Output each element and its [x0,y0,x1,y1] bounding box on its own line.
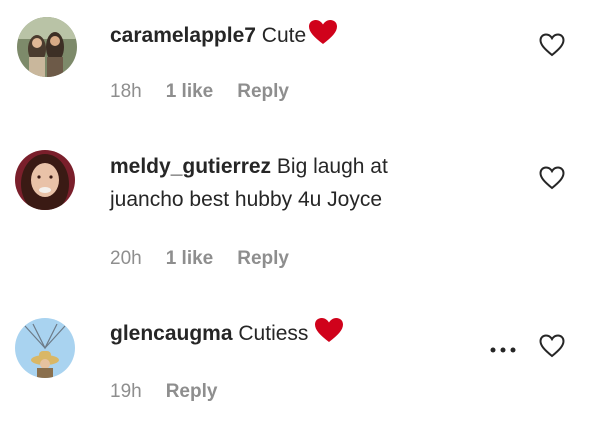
comment-content: Cute [261,24,307,47]
comment-content-line2: juancho best hubby 4u Joyce [110,188,383,211]
avatar[interactable] [15,318,75,378]
more-options-icon[interactable] [488,342,518,353]
red-heart-emoji-icon [308,19,338,55]
reply-button[interactable]: Reply [237,248,289,270]
comment-text: caramelapple7 Cute [110,19,338,55]
likes-count[interactable]: 1 like [166,81,214,103]
avatar[interactable] [15,150,75,210]
comment-text: meldy_gutierrez Big laugh at juancho bes… [110,150,388,216]
likes-count[interactable]: 1 like [166,248,214,270]
reply-button[interactable]: Reply [237,81,289,103]
heart-outline-icon[interactable] [539,166,565,190]
comment-content: Cutiess [238,322,309,345]
avatar[interactable] [17,17,77,77]
comment-text: glencaugma Cutiess [110,317,344,353]
comment-meta: 18h 1 like Reply [110,81,313,103]
comment-username[interactable]: caramelapple7 [110,24,256,47]
reply-button[interactable]: Reply [166,381,218,403]
red-heart-emoji-icon [314,317,344,353]
comment-timestamp: 20h [110,248,142,269]
comment-username[interactable]: glencaugma [110,322,233,345]
avatar-photo [17,17,77,77]
comment-meta: 20h 1 like Reply [110,248,313,270]
heart-outline-icon[interactable] [539,334,565,358]
heart-outline-icon[interactable] [539,33,565,57]
comment-username[interactable]: meldy_gutierrez [110,155,271,178]
avatar-photo [15,150,75,210]
comment-meta: 19h Reply [110,381,241,403]
comment-content-line1: Big laugh at [276,155,388,178]
comment-timestamp: 18h [110,81,142,102]
avatar-photo [15,318,75,378]
comment-timestamp: 19h [110,381,142,402]
